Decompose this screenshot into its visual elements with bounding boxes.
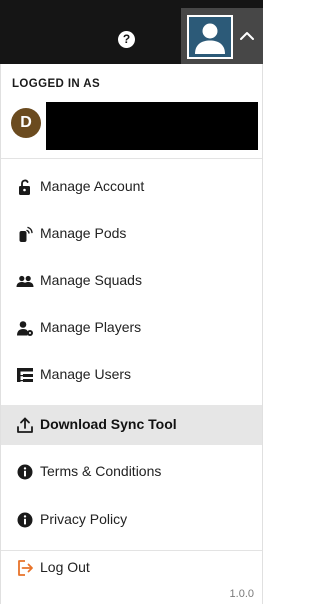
menu-item-label: Manage Account [40,178,145,194]
menu-item-privacy-policy[interactable]: Privacy Policy [1,500,262,540]
menu-item-label: Log Out [40,559,90,575]
users-tree-icon [17,368,33,382]
menu-item-label: Terms & Conditions [40,463,162,479]
top-bar: ? [0,0,263,64]
user-initial-avatar: D [11,108,41,138]
account-menu-toggle[interactable] [181,8,263,64]
user-name-redacted [46,102,258,150]
menu-item-label: Manage Pods [40,225,127,241]
menu-item-download-sync-tool[interactable]: Download Sync Tool [1,405,262,445]
menu-item-manage-account[interactable]: Manage Account [1,167,262,207]
pod-sensor-icon [19,226,33,242]
menu-item-manage-players[interactable]: Manage Players [1,308,262,348]
user-avatar-icon[interactable] [187,15,233,59]
menu-item-label: Download Sync Tool [40,416,177,432]
divider [1,158,262,159]
menu-item-label: Manage Squads [40,272,142,288]
chevron-up-icon[interactable] [240,31,254,40]
app-version: 1.0.0 [229,588,254,600]
menu-item-label: Manage Players [40,319,142,335]
upload-icon [17,417,33,433]
logged-in-as-label: LOGGED IN AS [12,78,101,90]
menu-item-manage-squads[interactable]: Manage Squads [1,261,262,301]
account-dropdown-menu: LOGGED IN AS D Manage Account Manage Pod… [0,64,263,604]
log-out-button[interactable]: Log Out [1,548,262,588]
menu-item-label: Manage Users [40,366,132,382]
menu-item-label: Privacy Policy [40,511,128,527]
info-icon [17,464,33,480]
player-icon [17,321,33,336]
menu-item-manage-users[interactable]: Manage Users [1,355,262,395]
menu-item-manage-pods[interactable]: Manage Pods [1,214,262,254]
lock-icon [19,179,30,195]
menu-item-terms-conditions[interactable]: Terms & Conditions [1,452,262,492]
info-icon [17,512,33,528]
group-icon [16,275,34,287]
help-icon[interactable]: ? [118,31,135,48]
logout-icon [18,560,33,576]
